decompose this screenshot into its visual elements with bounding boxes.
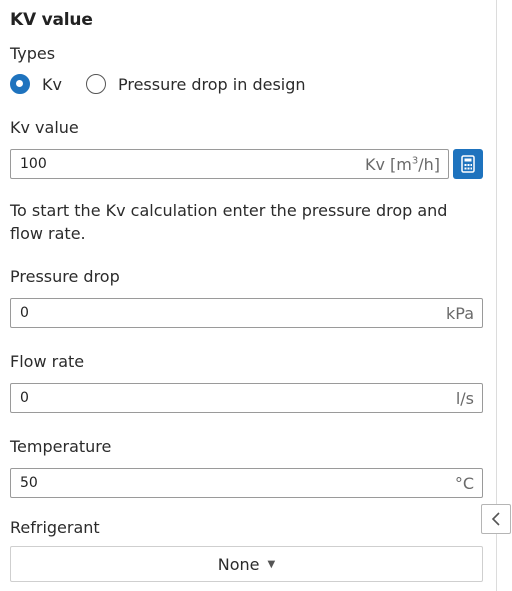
radio-selected-icon — [10, 74, 30, 94]
calculator-button[interactable] — [453, 149, 483, 179]
refrigerant-label: Refrigerant — [10, 518, 100, 537]
caret-down-icon: ▼ — [267, 558, 276, 570]
panel-divider — [496, 0, 497, 591]
kv-value-text: 100 — [20, 156, 47, 172]
panel-title: KV value — [10, 10, 93, 30]
radio-pressure-drop-label: Pressure drop in design — [117, 74, 306, 94]
calculator-icon — [461, 155, 475, 173]
kv-value-input[interactable]: 100 Kv [m3/h] — [10, 149, 449, 179]
refrigerant-selected-value: None — [217, 554, 260, 574]
flow-rate-unit: l/s — [455, 388, 474, 408]
flow-rate-label: Flow rate — [10, 352, 85, 371]
refrigerant-select[interactable]: None ▼ — [10, 546, 483, 582]
pressure-drop-unit: kPa — [446, 303, 474, 323]
pressure-drop-value: 0 — [20, 305, 29, 321]
pressure-drop-input[interactable]: 0 kPa — [10, 298, 483, 328]
pressure-drop-label: Pressure drop — [10, 267, 120, 286]
kv-value-panel: KV value Types Kv Pressure drop in desig… — [0, 0, 512, 591]
flow-rate-value: 0 — [20, 390, 29, 406]
flow-rate-input[interactable]: 0 l/s — [10, 383, 483, 413]
temperature-input[interactable]: 50 °C — [10, 468, 483, 498]
temperature-label: Temperature — [10, 437, 112, 456]
types-label: Types — [10, 44, 56, 63]
chevron-left-icon — [491, 512, 500, 526]
radio-unselected-icon — [85, 74, 106, 94]
radio-kv-label: Kv — [42, 74, 62, 94]
radio-pressure-drop-in-design[interactable]: Pressure drop in design — [85, 74, 306, 94]
kv-calculation-info: To start the Kv calculation enter the pr… — [10, 201, 448, 243]
kv-value-label: Kv value — [10, 118, 79, 137]
kv-unit: Kv [m3/h] — [364, 154, 440, 174]
temperature-unit: °C — [454, 473, 474, 493]
types-radio-group: Kv Pressure drop in design — [10, 72, 306, 96]
collapse-panel-button[interactable] — [481, 504, 511, 534]
radio-kv[interactable]: Kv — [10, 74, 62, 94]
temperature-value: 50 — [20, 475, 38, 491]
